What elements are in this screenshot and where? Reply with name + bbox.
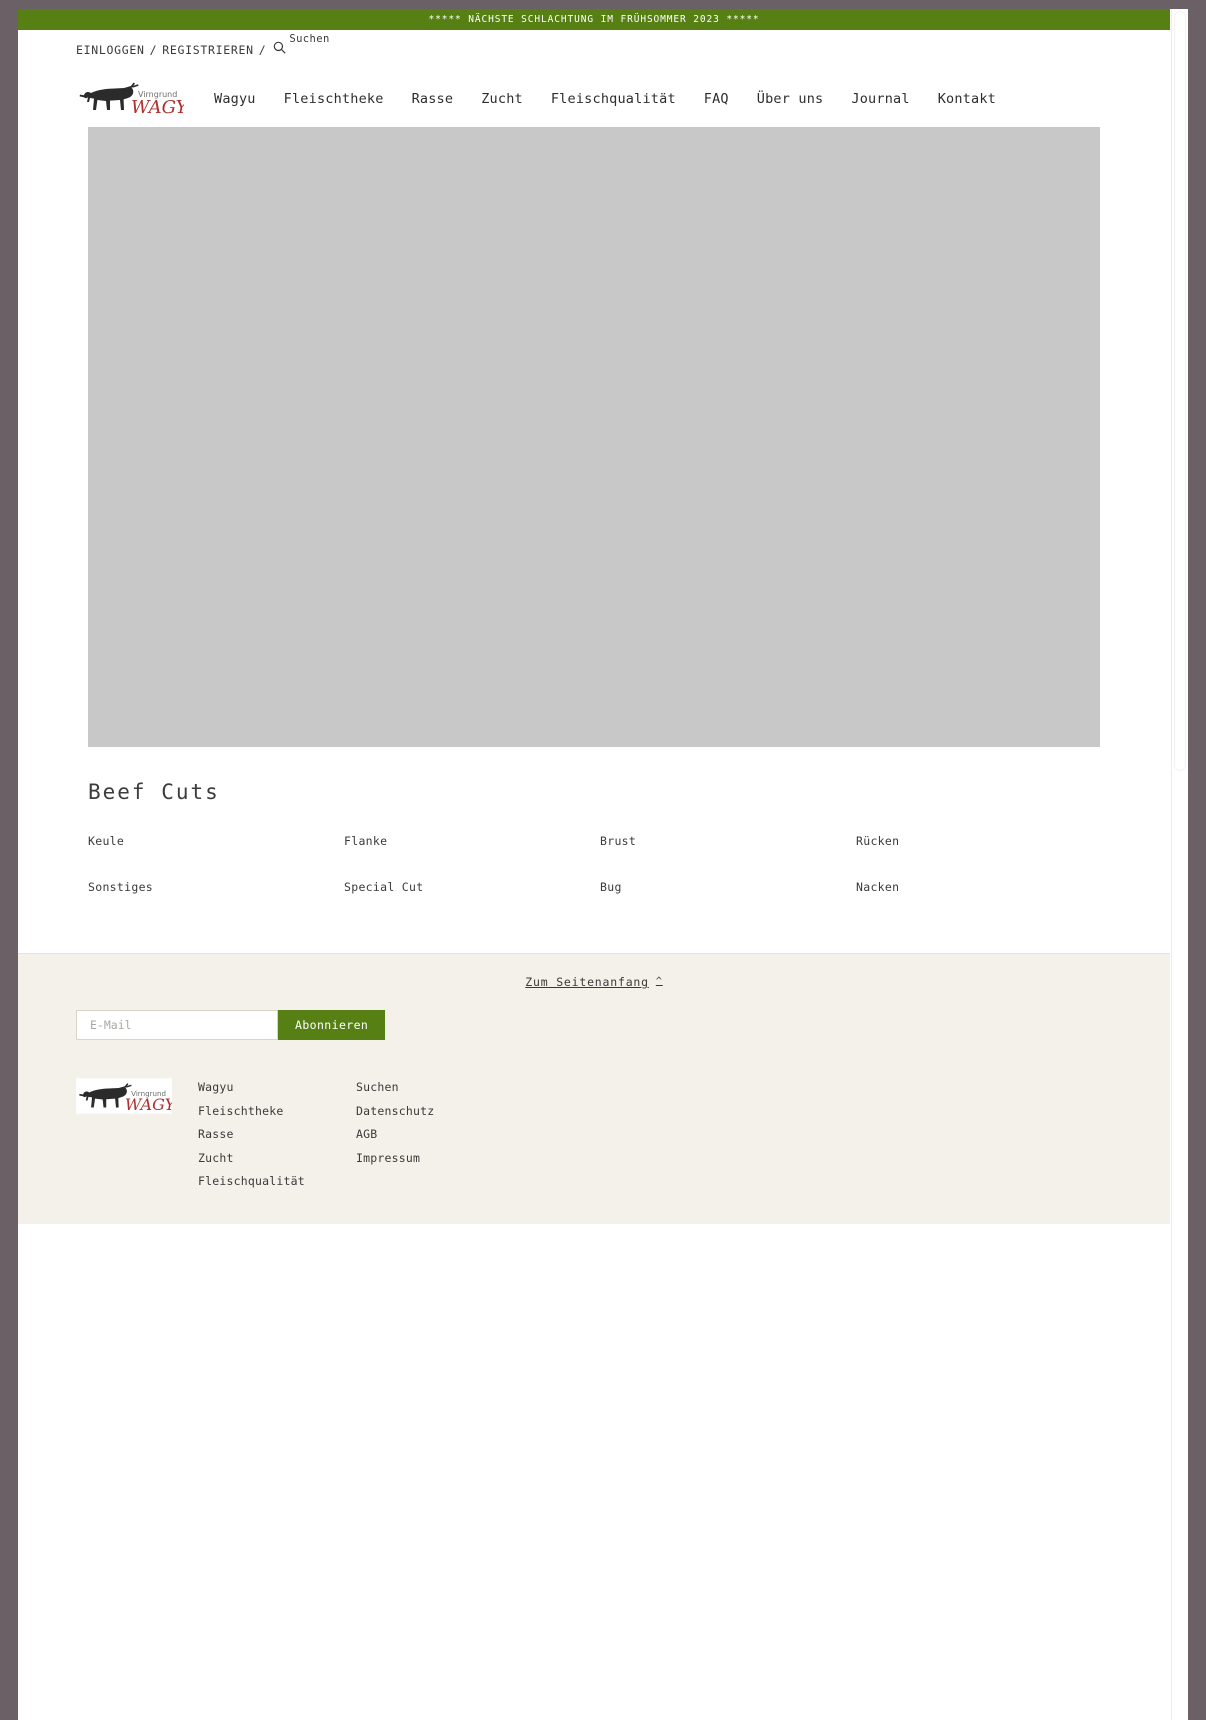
cut-label: Sonstiges <box>88 880 154 894</box>
list-item[interactable]: Sonstiges <box>88 876 317 895</box>
beef-cuts-section: Beef Cuts Keule Flanke Brust Rücken Sons… <box>88 747 1100 895</box>
browser-chrome-frame: ***** NÄCHSTE SCHLACHTUNG IM FRÜHSOMMER … <box>0 0 1206 1720</box>
hero-banner-image <box>88 127 1100 747</box>
search-icon[interactable] <box>273 39 286 54</box>
utility-separator-1: / <box>149 43 158 57</box>
bull-logo-icon[interactable]: Virngrund WAGYU <box>76 76 184 117</box>
email-field[interactable] <box>76 1010 278 1040</box>
page-title: Beef Cuts <box>88 780 220 804</box>
footer-link-wagyu[interactable]: Wagyu <box>198 1076 356 1100</box>
utility-bar: EINLOGGEN / REGISTRIEREN / Suchen <box>18 30 1170 66</box>
nav-item-zucht[interactable]: Zucht <box>467 91 537 107</box>
main-navigation: Wagyu Fleischtheke Rasse Zucht Fleischqu… <box>200 91 1010 107</box>
cut-label: Flanke <box>344 834 388 848</box>
cut-label: Brust <box>600 834 637 848</box>
footer-link-agb[interactable]: AGB <box>356 1123 514 1147</box>
footer-column-2: Suchen Datenschutz AGB Impressum <box>356 1076 514 1194</box>
newsletter-form: Abonnieren <box>18 1010 1170 1040</box>
nav-item-journal[interactable]: Journal <box>837 91 923 107</box>
footer-link-fleischtheke[interactable]: Fleischtheke <box>198 1100 356 1124</box>
nav-item-ueber-uns[interactable]: Über uns <box>743 91 838 107</box>
footer-spacer <box>18 895 1170 953</box>
back-to-top-label: Zum Seitenanfang <box>525 975 649 989</box>
search-toggle[interactable]: Suchen <box>273 33 329 54</box>
back-to-top-link[interactable]: Zum Seitenanfang ^ <box>525 975 662 989</box>
list-item[interactable]: Brust <box>600 830 829 849</box>
cut-label: Nacken <box>856 880 900 894</box>
site-footer: Zum Seitenanfang ^ Abonnieren <box>18 953 1170 1224</box>
scrollbar-thumb[interactable] <box>1174 11 1186 771</box>
beef-cuts-grid: Keule Flanke Brust Rücken Sonstiges Spec… <box>88 830 1100 895</box>
nav-item-fleischtheke[interactable]: Fleischtheke <box>270 91 398 107</box>
cut-label: Rücken <box>856 834 900 848</box>
login-link[interactable]: EINLOGGEN <box>76 43 145 57</box>
cut-label: Keule <box>88 834 125 848</box>
cut-label: Special Cut <box>344 880 424 894</box>
page-document: ***** NÄCHSTE SCHLACHTUNG IM FRÜHSOMMER … <box>18 9 1170 1224</box>
search-label[interactable]: Suchen <box>289 33 329 45</box>
announcement-text: ***** NÄCHSTE SCHLACHTUNG IM FRÜHSOMMER … <box>428 14 760 25</box>
list-item[interactable]: Bug <box>600 876 829 895</box>
footer-link-fleischqualitaet[interactable]: Fleischqualität <box>198 1170 356 1194</box>
footer-link-columns: Wagyu Fleischtheke Rasse Zucht Fleischqu… <box>198 1076 514 1194</box>
list-item[interactable]: Flanke <box>344 830 573 849</box>
list-item[interactable]: Nacken <box>856 876 1085 895</box>
footer-link-suchen[interactable]: Suchen <box>356 1076 514 1100</box>
footer-link-rasse[interactable]: Rasse <box>198 1123 356 1147</box>
cut-label: Bug <box>600 880 622 894</box>
list-item[interactable]: Special Cut <box>344 876 573 895</box>
register-link[interactable]: REGISTRIEREN <box>162 43 253 57</box>
utility-links: EINLOGGEN / REGISTRIEREN / Suchen <box>76 33 330 57</box>
footer-link-impressum[interactable]: Impressum <box>356 1147 514 1171</box>
footer-main: Virngrund WAGYU Wagyu Fleischtheke Rasse… <box>18 1076 1170 1194</box>
to-top-row: Zum Seitenanfang ^ <box>18 954 1170 1010</box>
svg-text:WAGYU: WAGYU <box>131 97 184 117</box>
footer-link-zucht[interactable]: Zucht <box>198 1147 356 1171</box>
nav-item-wagyu[interactable]: Wagyu <box>200 91 270 107</box>
page-viewport: ***** NÄCHSTE SCHLACHTUNG IM FRÜHSOMMER … <box>18 9 1188 1720</box>
svg-text:WAGYU: WAGYU <box>125 1095 172 1114</box>
footer-link-datenschutz[interactable]: Datenschutz <box>356 1100 514 1124</box>
bull-logo-icon[interactable]: Virngrund WAGYU <box>76 1078 172 1114</box>
announcement-bar: ***** NÄCHSTE SCHLACHTUNG IM FRÜHSOMMER … <box>18 9 1170 30</box>
list-item[interactable]: Keule <box>88 830 317 849</box>
page-scrollbar[interactable] <box>1171 9 1188 1720</box>
nav-item-kontakt[interactable]: Kontakt <box>924 91 1010 107</box>
nav-item-faq[interactable]: FAQ <box>690 91 743 107</box>
footer-column-1: Wagyu Fleischtheke Rasse Zucht Fleischqu… <box>198 1076 356 1194</box>
nav-item-rasse[interactable]: Rasse <box>398 91 468 107</box>
list-item[interactable]: Rücken <box>856 830 1085 849</box>
subscribe-button[interactable]: Abonnieren <box>278 1010 386 1040</box>
utility-separator-2: / <box>258 43 267 57</box>
site-header: Virngrund WAGYU Wagyu Fleischtheke Rasse… <box>18 66 1170 127</box>
nav-item-fleischqualitaet[interactable]: Fleischqualität <box>537 91 690 107</box>
chevron-up-icon: ^ <box>655 976 663 987</box>
